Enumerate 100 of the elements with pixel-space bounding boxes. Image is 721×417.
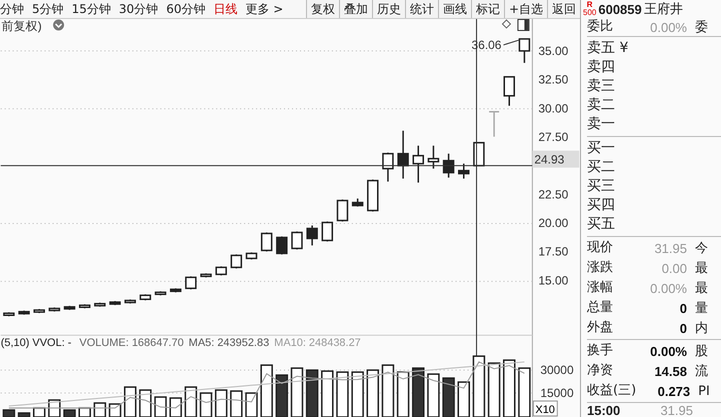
volume-bar: [18, 412, 30, 417]
stock-code: 600859: [598, 2, 642, 16]
volume-indicator-label: (5,10) VVOL: - VOLUME: 168647.70 MA5: 243952.83 MA10: 248438.27: [0, 337, 361, 350]
field-value: 0: [678, 320, 687, 336]
toolbar-button[interactable]: 叠加: [338, 0, 372, 18]
period-tab[interactable]: 60分钟: [166, 0, 206, 18]
candle: [367, 180, 379, 212]
candle: [489, 111, 500, 137]
candle: [473, 142, 485, 166]
field-label: 换手: [587, 342, 614, 360]
toolbar-button[interactable]: 标记: [470, 0, 504, 18]
candle: [458, 164, 470, 179]
sell-level-label: 卖四: [587, 58, 616, 77]
field-label: PI: [698, 384, 710, 398]
field-label: 内: [695, 320, 708, 337]
field-label: 量: [695, 300, 708, 317]
field-label: 最: [695, 260, 708, 277]
candle: [109, 301, 121, 306]
price-axis-label: 17.50: [538, 244, 568, 259]
adjust-label: 前复权): [2, 19, 42, 33]
dropdown-icon[interactable]: [53, 20, 64, 30]
price-axis-label: 30.00: [538, 101, 568, 116]
candle: [94, 302, 106, 307]
candle: [336, 200, 348, 222]
candle: [412, 146, 424, 183]
candle: [78, 304, 90, 308]
sell-level-label: 卖一: [587, 115, 616, 134]
price-axis-label: 35.00: [538, 44, 568, 58]
candle: [34, 309, 45, 314]
field-value: 0.00%: [649, 20, 687, 34]
last-price: 31.95: [659, 403, 693, 417]
volume-bar: [412, 367, 425, 417]
field-label: 现价: [587, 239, 614, 257]
candle: [185, 276, 197, 290]
candle: [170, 288, 182, 292]
field-label: 收益(三): [587, 382, 636, 400]
leader-line: [502, 39, 520, 46]
field-label: 外盘: [587, 319, 614, 337]
period-tab[interactable]: 30分钟: [118, 0, 158, 18]
period-tab[interactable]: 更多 >: [245, 0, 284, 18]
period-tab[interactable]: 日线: [213, 0, 238, 18]
field-label: 净资: [587, 362, 614, 380]
toolbar-button[interactable]: 返回: [547, 0, 580, 18]
field-label: 总量: [587, 299, 614, 317]
candle: [48, 307, 60, 312]
volume-bar: [306, 369, 318, 417]
field-value: 0.00: [660, 260, 687, 276]
volume-axis-label: 30000: [540, 363, 574, 378]
candle: [140, 294, 152, 300]
volume-axis-label: 15000: [540, 386, 574, 400]
field-value: 14.58: [653, 364, 687, 378]
price-axis-label: 27.50: [538, 130, 568, 144]
candle: [428, 146, 440, 169]
volume-bar: [2, 409, 16, 417]
field-label: 流: [695, 363, 708, 380]
candle: [306, 225, 318, 246]
field-label: 股: [695, 343, 708, 360]
field-label: 委比: [587, 18, 614, 36]
candle: [518, 38, 530, 63]
candle: [124, 300, 136, 304]
sell-level-label: 卖二: [587, 96, 616, 115]
candle: [260, 232, 272, 252]
candle: [276, 236, 288, 254]
field-value: 0.273: [656, 384, 690, 398]
field-label: 涨跌: [587, 259, 614, 277]
price-axis-label: 15.00: [538, 273, 568, 288]
period-tab[interactable]: 5分钟: [32, 0, 64, 18]
toolbar-button[interactable]: 复权: [306, 0, 339, 18]
candle: [246, 252, 258, 260]
sell-level-label: 卖三: [587, 77, 616, 96]
cursor-price-tag: 24.93: [532, 150, 580, 168]
time-label: 15:00: [587, 403, 622, 417]
field-value: 0.00%: [649, 344, 687, 358]
period-tab[interactable]: 分钟: [0, 0, 24, 18]
price-axis-label: 32.50: [538, 72, 568, 87]
price-axis-label: 22.50: [538, 187, 568, 202]
period-tab[interactable]: 15分钟: [72, 0, 111, 18]
buy-level-label: 买三: [587, 177, 616, 196]
stock-name: 王府井: [644, 1, 683, 18]
buy-level-label: 买一: [587, 139, 616, 158]
candle: [215, 266, 227, 276]
volume-bar: [63, 409, 76, 417]
field-value: 0.00%: [649, 280, 687, 296]
toolbar-button[interactable]: 历史: [372, 0, 405, 18]
candle: [3, 312, 15, 316]
toolbar-button[interactable]: 画线: [438, 0, 471, 18]
panel-toggle-icon[interactable]: [517, 19, 530, 31]
field-label: 涨幅: [587, 279, 614, 297]
toolbar-button[interactable]: +自选: [504, 0, 547, 18]
volume-bar: [276, 374, 288, 417]
sell-level-label: 卖五 ¥: [587, 39, 630, 58]
toolbar-button[interactable]: 统计: [404, 0, 438, 18]
diamond-icon[interactable]: [502, 19, 512, 29]
field-label: 最: [695, 280, 708, 297]
price-axis-label: 20.00: [538, 216, 568, 230]
buy-level-label: 买四: [587, 196, 616, 215]
candle: [18, 310, 30, 315]
candle: [200, 273, 212, 278]
field-value: 0: [678, 300, 687, 316]
field-label: 今: [695, 240, 708, 257]
